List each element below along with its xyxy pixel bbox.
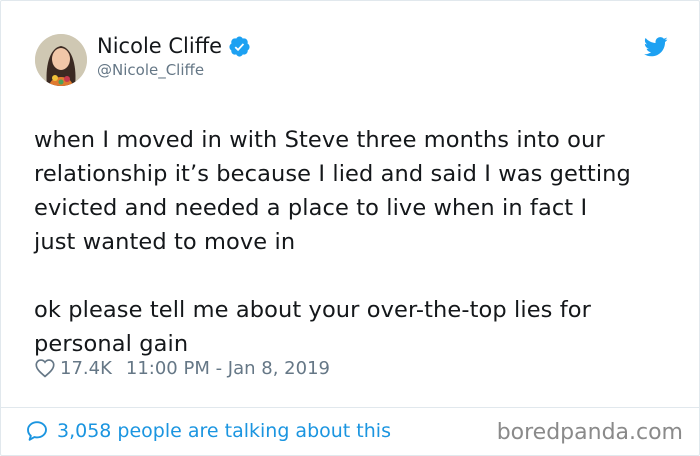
avatar-image <box>35 34 87 86</box>
author-display-name[interactable]: Nicole Cliffe <box>97 34 251 58</box>
speech-bubble-icon <box>25 419 49 443</box>
watermark: boredpanda.com <box>496 420 683 445</box>
tweet-timestamp[interactable]: 11:00 PM - Jan 8, 2019 <box>126 358 330 379</box>
divider <box>1 407 699 408</box>
author-handle[interactable]: @Nicole_Cliffe <box>97 61 204 79</box>
avatar[interactable] <box>35 34 87 86</box>
conversation-text: 3,058 people are talking about this <box>57 420 391 442</box>
twitter-bird-icon[interactable] <box>643 37 668 57</box>
like-count[interactable]: 17.4K <box>60 358 112 379</box>
conversation-link[interactable]: 3,058 people are talking about this <box>25 419 391 443</box>
heart-icon[interactable] <box>34 357 56 379</box>
tweet-card: Nicole Cliffe @Nicole_Cliffe when I move… <box>0 0 700 456</box>
display-name-text: Nicole Cliffe <box>97 34 223 58</box>
verified-badge-icon <box>228 35 251 58</box>
tweet-text: when I moved in with Steve three months … <box>34 127 631 357</box>
tweet-meta: 17.4K 11:00 PM - Jan 8, 2019 <box>34 357 330 379</box>
